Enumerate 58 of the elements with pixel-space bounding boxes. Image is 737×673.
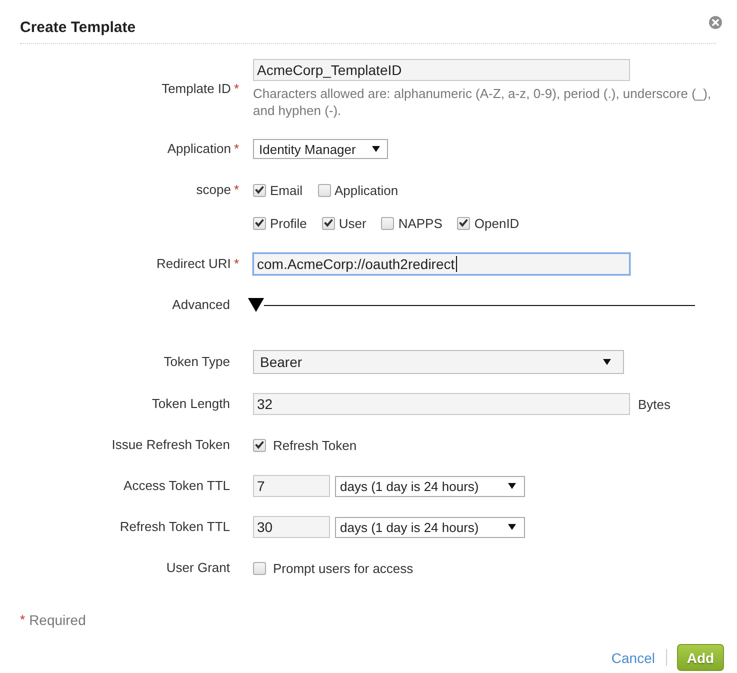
field-label: User Grant — [166, 559, 230, 577]
checkbox-label: Prompt users for access — [273, 560, 414, 576]
caret-icon — [603, 359, 611, 365]
checkbox[interactable] — [253, 562, 266, 574]
triangle-down-icon[interactable] — [248, 298, 264, 312]
check-icon — [255, 219, 264, 227]
number-field[interactable]: 30 — [253, 516, 330, 538]
section-label: Advanced — [172, 296, 230, 314]
caret-icon — [508, 483, 516, 489]
close-icon[interactable] — [709, 16, 722, 29]
cancel-link[interactable]: Cancel — [611, 650, 655, 666]
checkbox-label: NAPPS — [398, 216, 442, 230]
checkbox-label: Email — [270, 182, 303, 198]
field-label: Refresh Token TTL — [120, 518, 230, 536]
text-field[interactable]: 32 — [253, 393, 630, 415]
required-mark: * — [20, 612, 26, 628]
check-icon — [255, 441, 264, 449]
field-label: Template ID — [162, 80, 231, 98]
field-label: Token Length — [152, 395, 230, 413]
field-label: Redirect URI — [156, 255, 231, 273]
help-text: Characters allowed are: alphanumeric (A-Z, a-z, 0-9), period (.), underscore (_), and hyphen (-). — [253, 85, 712, 119]
text-cursor — [456, 256, 457, 272]
checkbox[interactable] — [381, 216, 394, 230]
dropdown[interactable]: Identity Manager — [253, 139, 388, 159]
field-label: Access Token TTL — [124, 477, 230, 495]
checkbox-label: User — [338, 216, 366, 230]
checkbox[interactable] — [457, 216, 470, 230]
field-label: Application — [167, 140, 231, 158]
checkbox[interactable] — [253, 184, 266, 196]
check-icon — [255, 186, 264, 194]
checkbox-label: Refresh Token — [273, 438, 357, 452]
checkbox[interactable] — [318, 184, 331, 196]
required-mark: * — [234, 255, 239, 273]
unit-label: Bytes — [638, 396, 671, 412]
checkbox[interactable] — [322, 216, 335, 230]
text-field[interactable]: AcmeCorp_TemplateID — [253, 59, 630, 81]
number-field[interactable]: 7 — [253, 475, 330, 497]
required-mark: * — [234, 80, 239, 98]
text-field[interactable]: com.AcmeCorp://oauth2redirect — [253, 253, 630, 275]
field-label: scope — [196, 181, 231, 199]
check-icon — [459, 219, 468, 227]
required-note: Required — [29, 612, 86, 628]
checkbox-label: Application — [334, 182, 398, 198]
unit-dropdown[interactable]: days (1 day is 24 hours) — [335, 476, 525, 496]
caret-icon — [508, 524, 516, 530]
check-icon — [324, 219, 333, 227]
field-label: Issue Refresh Token — [112, 436, 230, 454]
caret-icon — [372, 146, 380, 152]
checkbox[interactable] — [253, 438, 266, 452]
required-mark: * — [234, 140, 239, 158]
checkbox[interactable] — [253, 216, 266, 230]
checkbox-label: Profile — [270, 216, 307, 230]
unit-dropdown[interactable]: days (1 day is 24 hours) — [335, 516, 525, 538]
dropdown[interactable]: Bearer — [253, 350, 624, 374]
field-label: Token Type — [164, 353, 230, 371]
checkbox-label: OpenID — [474, 216, 520, 230]
dialog-title: Create Template — [20, 19, 136, 36]
required-mark: * — [234, 181, 239, 199]
